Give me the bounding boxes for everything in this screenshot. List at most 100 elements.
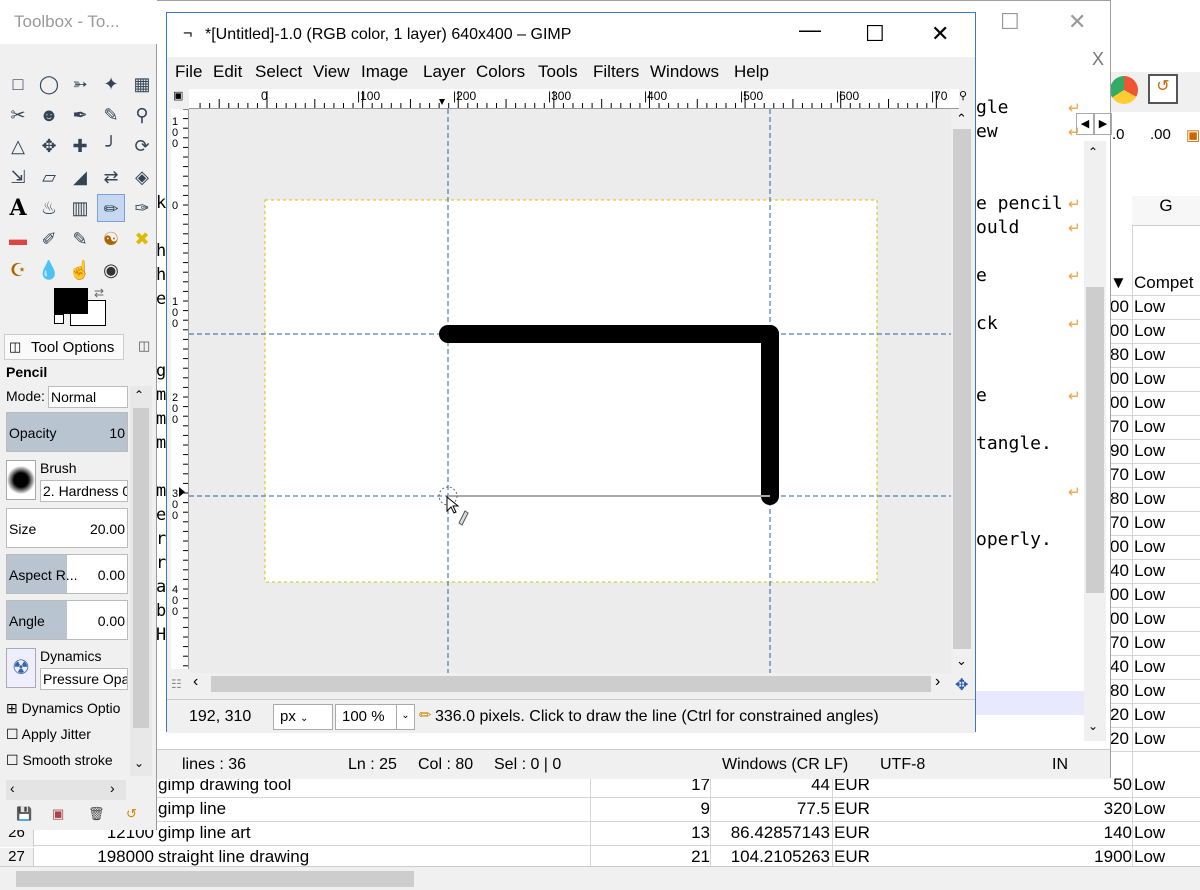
crop-icon[interactable]: ╯	[97, 132, 125, 160]
table-cell[interactable]: 198000	[36, 847, 154, 867]
scissors-icon[interactable]: ✂	[4, 101, 32, 129]
table-cell[interactable]: 86.42857143	[712, 823, 830, 843]
scroll-thumb[interactable]	[1086, 287, 1104, 593]
tab-menu-icon[interactable]: ◫	[138, 338, 150, 354]
menu-layer[interactable]: Layer	[423, 62, 466, 82]
table-cell[interactable]: 9	[592, 799, 710, 819]
brush-select[interactable]: 2. Hardness 0	[40, 480, 128, 502]
color-picker-icon[interactable]: ✎	[97, 101, 125, 129]
table-cell[interactable]: Low	[1134, 847, 1200, 867]
horizontal-ruler[interactable]: 0 |100 |200 |300 |400 |500 |600 |70	[189, 89, 959, 109]
scroll-thumb[interactable]	[133, 408, 149, 728]
table-cell[interactable]: 80 Low	[1110, 344, 1200, 368]
table-cell[interactable]: 00 Low	[1110, 296, 1200, 320]
chevron-down-icon[interactable]: ⌄	[396, 705, 414, 729]
paintbrush-icon[interactable]: ✑	[128, 194, 156, 222]
scroll-thumb[interactable]	[211, 676, 931, 692]
scroll-down-icon[interactable]: ⌄	[1088, 719, 1098, 733]
spreadsheet-horizontal-scrollbar[interactable]	[0, 866, 1200, 890]
canvas-drawing[interactable]	[189, 109, 951, 673]
table-cell[interactable]: 70 Low	[1110, 632, 1200, 656]
table-cell[interactable]: gimp line	[158, 799, 588, 819]
size-slider[interactable]: Size 20.00	[6, 508, 128, 548]
format-icon[interactable]: ▣	[1186, 126, 1200, 144]
toolbox-vertical-scrollbar[interactable]: ⌃ ⌄	[130, 386, 152, 776]
smooth-stroke-checkbox[interactable]: ☐ Smooth stroke	[6, 752, 128, 769]
align-icon[interactable]: ✚	[66, 132, 94, 160]
table-cell[interactable]: EUR	[834, 823, 894, 843]
text-tool-icon[interactable]: A	[4, 194, 32, 222]
delete-options-icon[interactable]: 🗑	[88, 806, 105, 822]
table-cell[interactable]: 70 Low	[1110, 464, 1200, 488]
scroll-down-icon[interactable]: ⌄	[956, 653, 967, 669]
scroll-down-icon[interactable]: ⌄	[134, 756, 144, 770]
column-header-g[interactable]: G	[1132, 196, 1200, 226]
foreground-color-swatch[interactable]	[54, 288, 88, 314]
table-cell[interactable]: 00 Low	[1110, 320, 1200, 344]
ellipse-select-icon[interactable]: ◯	[35, 70, 63, 98]
aspect-ratio-slider[interactable]: Aspect R... 0.00	[6, 554, 128, 594]
measure-icon[interactable]: △	[4, 132, 32, 160]
menu-file[interactable]: File	[175, 62, 202, 82]
dodge-burn-icon[interactable]: ◉	[97, 256, 125, 284]
smudge-icon[interactable]: ☝	[66, 256, 94, 284]
chart-icon[interactable]	[1110, 76, 1138, 104]
heal-icon[interactable]: ✖	[128, 225, 156, 253]
scroll-left-icon[interactable]: ‹	[193, 673, 198, 691]
table-cell[interactable]: 21	[592, 847, 710, 867]
dynamics-options-expander[interactable]: ⊞ Dynamics Optio	[6, 700, 128, 717]
table-cell[interactable]: 140	[924, 823, 1132, 843]
bucket-fill-icon[interactable]: ♨	[35, 194, 63, 222]
canvas-horizontal-scrollbar[interactable]: ‹ ›	[189, 673, 951, 695]
reset-options-icon[interactable]: ↺	[126, 806, 137, 822]
table-cell[interactable]: 00 Low	[1110, 536, 1200, 560]
pencil-icon[interactable]: ✏	[97, 194, 125, 222]
minimize-icon[interactable]: —	[799, 17, 821, 43]
decimal-add-icon[interactable]: .0	[1112, 126, 1125, 143]
default-colors-icon[interactable]	[54, 314, 64, 324]
menu-view[interactable]: View	[313, 62, 350, 82]
table-cell[interactable]: 40 Low	[1110, 560, 1200, 584]
canvas-area[interactable]	[189, 109, 951, 673]
table-cell[interactable]: 70 Low	[1110, 512, 1200, 536]
zoom-icon[interactable]: ⚲	[128, 101, 156, 129]
cage-icon[interactable]: ◈	[128, 163, 156, 191]
menu-image[interactable]: Image	[361, 62, 408, 82]
table-cell[interactable]: 13	[592, 823, 710, 843]
scroll-thumb[interactable]	[953, 129, 971, 649]
menu-select[interactable]: Select	[255, 62, 302, 82]
paths-icon[interactable]: ✒	[66, 101, 94, 129]
mode-select[interactable]: Normal	[48, 386, 128, 408]
canvas-vertical-scrollbar[interactable]: ⌃ ⌄	[951, 109, 973, 673]
table-cell[interactable]: 20 Low	[1110, 704, 1200, 728]
table-row[interactable]: gimp line 9 77.5 EUR 320 Low	[0, 798, 1200, 823]
unit-select[interactable]: px ⌄	[273, 704, 333, 730]
close-tab-icon[interactable]: X	[1092, 49, 1104, 70]
column-filter-cell[interactable]: ▼ Compet	[1110, 272, 1200, 296]
dynamics-select[interactable]: Pressure Opa	[40, 668, 128, 690]
scroll-right-icon[interactable]: ›	[935, 673, 940, 691]
shear-icon[interactable]: ▱	[35, 163, 63, 191]
menu-filters[interactable]: Filters	[593, 62, 639, 82]
flip-icon[interactable]: ⇄	[97, 163, 125, 191]
dynamics-icon[interactable]: ☢	[6, 648, 36, 688]
menu-tools[interactable]: Tools	[538, 62, 578, 82]
checkbox-icon[interactable]: ☐	[6, 752, 22, 768]
eraser-icon[interactable]: ▬	[4, 225, 32, 253]
table-cell[interactable]: EUR	[834, 799, 894, 819]
rect-select-icon[interactable]: □	[4, 70, 32, 98]
restore-options-icon[interactable]: ▣	[52, 806, 64, 822]
zoom-lock-icon[interactable]: ⚲	[959, 89, 973, 105]
scroll-up-icon[interactable]: ⌃	[1088, 145, 1098, 159]
table-row[interactable]: 26 12100 gimp line art 13 86.42857143 EUR 140 L…	[0, 822, 1200, 847]
menu-windows[interactable]: Windows	[650, 62, 719, 82]
clone-icon[interactable]: ☯	[97, 225, 125, 253]
table-cell[interactable]: 77.5	[712, 799, 830, 819]
maximize-icon[interactable]: ☐	[865, 21, 885, 47]
checkbox-icon[interactable]: ☐	[6, 726, 22, 742]
save-options-icon[interactable]: 💾	[16, 806, 32, 822]
maximize-icon[interactable]: ☐	[1000, 9, 1020, 35]
scroll-thumb[interactable]	[16, 871, 414, 887]
table-cell[interactable]: Low	[1134, 799, 1200, 819]
rotate-icon[interactable]: ⟳	[128, 132, 156, 160]
